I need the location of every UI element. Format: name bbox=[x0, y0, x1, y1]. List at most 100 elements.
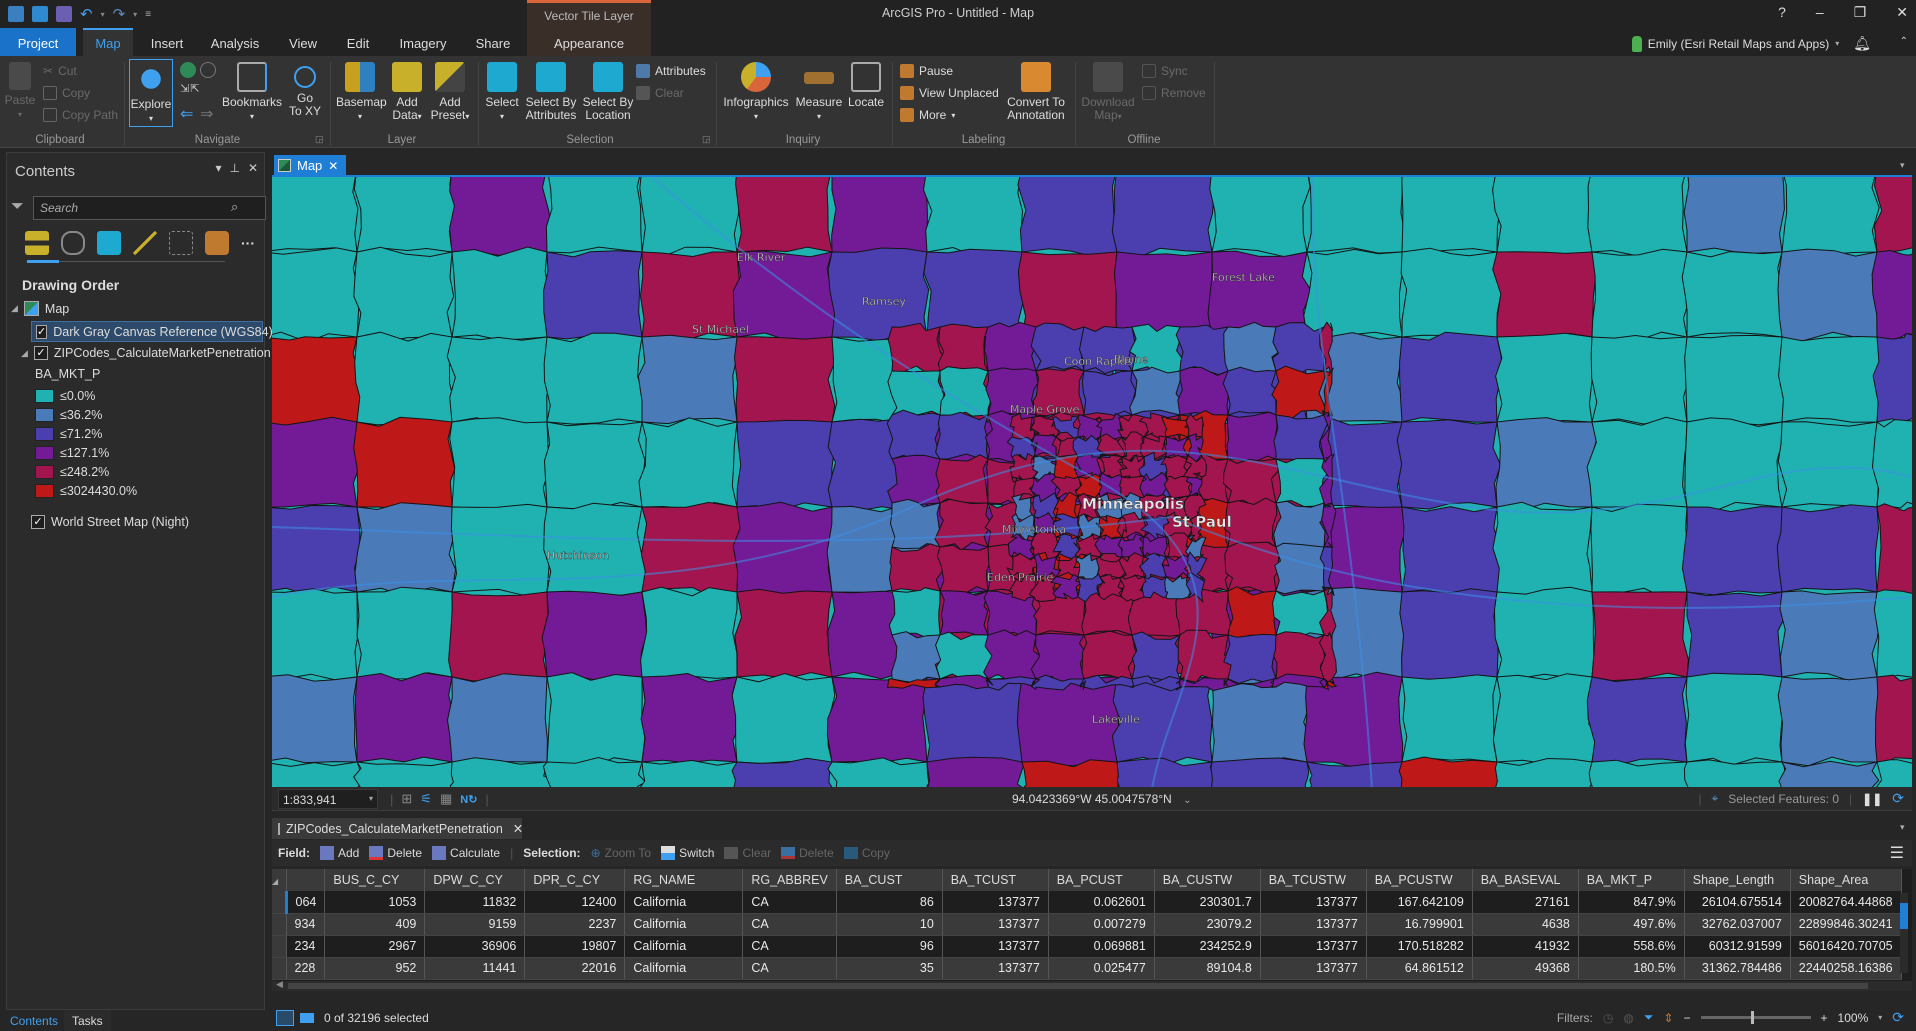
zip-polygon[interactable] bbox=[353, 177, 458, 253]
table-cell[interactable]: 26104.675514 bbox=[1684, 891, 1791, 914]
legend-class[interactable]: ≤127.1% bbox=[35, 446, 109, 460]
convert-to-annotation-button[interactable]: Convert To Annotation bbox=[1004, 62, 1068, 122]
zip-polygon[interactable] bbox=[543, 250, 643, 340]
copy-selected-button[interactable]: Copy bbox=[843, 846, 890, 860]
tab-appearance[interactable]: Appearance bbox=[527, 28, 651, 56]
table-cell[interactable]: 137377 bbox=[942, 957, 1049, 980]
zip-polygon[interactable] bbox=[1683, 177, 1785, 254]
more-views-icon[interactable]: ··· bbox=[241, 235, 255, 251]
zip-polygon[interactable] bbox=[1272, 322, 1326, 374]
select-by-location-button[interactable]: Select By Location bbox=[580, 62, 636, 122]
refresh-table-icon[interactable]: ⟳ bbox=[1892, 1009, 1904, 1026]
measure-button[interactable]: Measure ▾ bbox=[794, 62, 844, 123]
zip-polygon[interactable] bbox=[1272, 590, 1329, 640]
zip-polygon[interactable] bbox=[1273, 631, 1326, 683]
table-cell[interactable]: 10 bbox=[836, 913, 943, 936]
column-header[interactable]: BA_TCUST bbox=[942, 869, 1049, 891]
zip-polygon[interactable] bbox=[272, 504, 361, 596]
zip-polygon[interactable] bbox=[1681, 251, 1784, 338]
calculate-field-button[interactable]: Calculate bbox=[432, 846, 500, 860]
table-zoom-dropdown-icon[interactable]: ▾ bbox=[1878, 1013, 1882, 1022]
zip-polygon[interactable] bbox=[1492, 177, 1597, 257]
legend-class[interactable]: ≤71.2% bbox=[35, 427, 102, 441]
coordinates-readout[interactable]: 94.0423369°W 45.0047578°N ⌄ bbox=[1012, 792, 1191, 806]
view-dropdown-icon[interactable]: ▾ bbox=[1900, 160, 1905, 171]
table-cell[interactable]: 137377 bbox=[1260, 935, 1367, 958]
zip-polygon[interactable] bbox=[1590, 503, 1692, 598]
zip-polygon[interactable] bbox=[731, 672, 836, 764]
zip-polygon[interactable] bbox=[1776, 504, 1880, 593]
zip-polygon[interactable] bbox=[638, 417, 738, 510]
table-cell[interactable]: 22899846.30241 bbox=[1790, 913, 1902, 936]
show-all-records-icon[interactable] bbox=[276, 1010, 294, 1026]
tab-insert[interactable]: Insert bbox=[140, 28, 194, 56]
zip-polygon[interactable] bbox=[1684, 417, 1784, 513]
zip-polygon[interactable] bbox=[1872, 332, 1912, 424]
table-cell[interactable]: 12400 bbox=[524, 891, 626, 914]
table-cell[interactable]: 558.6% bbox=[1578, 935, 1685, 958]
table-cell[interactable]: CA bbox=[742, 913, 837, 936]
zip-polygon[interactable] bbox=[1275, 458, 1330, 508]
table-zoom-level[interactable]: 100% bbox=[1838, 1011, 1869, 1025]
table-cell[interactable]: 49368 bbox=[1472, 957, 1579, 980]
table-cell[interactable]: California bbox=[624, 935, 744, 958]
zip-polygon[interactable] bbox=[640, 586, 738, 681]
row-header[interactable] bbox=[272, 913, 287, 936]
definition-query-filter-icon[interactable]: ⏷ bbox=[1644, 1010, 1654, 1025]
expand-icon[interactable]: ◢ bbox=[11, 303, 18, 314]
tab-imagery[interactable]: Imagery bbox=[392, 28, 454, 56]
search-icon[interactable]: ⌕ bbox=[231, 199, 238, 215]
zip-polygon[interactable] bbox=[1226, 411, 1280, 464]
view-unplaced-button[interactable]: View Unplaced bbox=[900, 86, 999, 100]
table-cell[interactable]: 228 bbox=[286, 957, 326, 980]
zip-polygon[interactable] bbox=[353, 761, 458, 787]
zip-polygon[interactable] bbox=[1778, 335, 1883, 423]
pane-options-icon[interactable]: ▾ bbox=[215, 161, 221, 175]
layer-zipcodes-market-penetration[interactable]: ◢ ✓ ZIPCodes_CalculateMarketPenetration bbox=[21, 346, 271, 360]
table-cell[interactable]: 16.799901 bbox=[1366, 913, 1473, 936]
zip-polygon[interactable] bbox=[1399, 588, 1499, 682]
zip-polygon[interactable] bbox=[640, 501, 742, 597]
zip-polygon[interactable] bbox=[1303, 248, 1403, 338]
column-header[interactable]: DPW_C_CY bbox=[424, 869, 526, 891]
table-cell[interactable]: 27161 bbox=[1472, 891, 1579, 914]
zip-polygon[interactable] bbox=[1273, 414, 1329, 463]
zip-polygon[interactable] bbox=[272, 674, 358, 764]
zip-polygon[interactable] bbox=[733, 336, 837, 426]
previous-extent-icon[interactable]: ⇐ bbox=[180, 104, 193, 124]
table-cell[interactable]: CA bbox=[742, 957, 837, 980]
zip-polygon[interactable] bbox=[1492, 673, 1598, 765]
zip-polygon[interactable] bbox=[1587, 177, 1688, 257]
selection-dialog-launcher-icon[interactable]: ◲ bbox=[702, 134, 711, 145]
zip-polygon[interactable] bbox=[734, 588, 835, 680]
zip-polygon[interactable] bbox=[826, 676, 928, 765]
table-cell[interactable]: 56016420.70705 bbox=[1790, 935, 1902, 958]
zip-polygon[interactable] bbox=[1777, 676, 1883, 767]
zip-polygon[interactable] bbox=[1306, 761, 1405, 787]
zip-polygon[interactable] bbox=[446, 673, 548, 763]
zip-polygon[interactable] bbox=[1400, 247, 1502, 342]
list-by-selection-icon[interactable] bbox=[97, 231, 121, 255]
table-cell[interactable]: 2967 bbox=[324, 935, 426, 958]
zip-polygon[interactable] bbox=[272, 177, 359, 253]
map-scale-selector[interactable]: 1:833,941 ▾ bbox=[278, 789, 378, 809]
clear-selection-button[interactable]: Clear bbox=[724, 846, 771, 860]
table-cell[interactable]: 2237 bbox=[524, 913, 626, 936]
zip-polygon[interactable] bbox=[887, 370, 945, 417]
close-icon[interactable]: ✕ bbox=[1896, 4, 1908, 21]
table-cell[interactable]: 35 bbox=[836, 957, 943, 980]
zip-polygon[interactable] bbox=[637, 334, 738, 425]
zip-polygon[interactable] bbox=[1586, 416, 1688, 510]
table-cell[interactable]: 89104.8 bbox=[1154, 957, 1261, 980]
next-extent-icon[interactable]: ⇒ bbox=[200, 104, 213, 124]
table-cell[interactable]: 409 bbox=[324, 913, 426, 936]
table-cell[interactable]: 180.5% bbox=[1578, 957, 1685, 980]
table-cell[interactable]: 497.6% bbox=[1578, 913, 1685, 936]
zip-polygon[interactable] bbox=[1116, 757, 1217, 787]
switch-selection-button[interactable]: Switch bbox=[661, 846, 714, 860]
user-account[interactable]: Emily (Esri Retail Maps and Apps) ▾ 🔔︎ bbox=[1631, 35, 1871, 52]
zip-polygon[interactable] bbox=[732, 501, 836, 597]
table-cell[interactable]: CA bbox=[742, 935, 837, 958]
delete-selected-button[interactable]: Delete bbox=[781, 846, 834, 860]
cut-button[interactable]: ✂ Cut bbox=[43, 64, 77, 78]
